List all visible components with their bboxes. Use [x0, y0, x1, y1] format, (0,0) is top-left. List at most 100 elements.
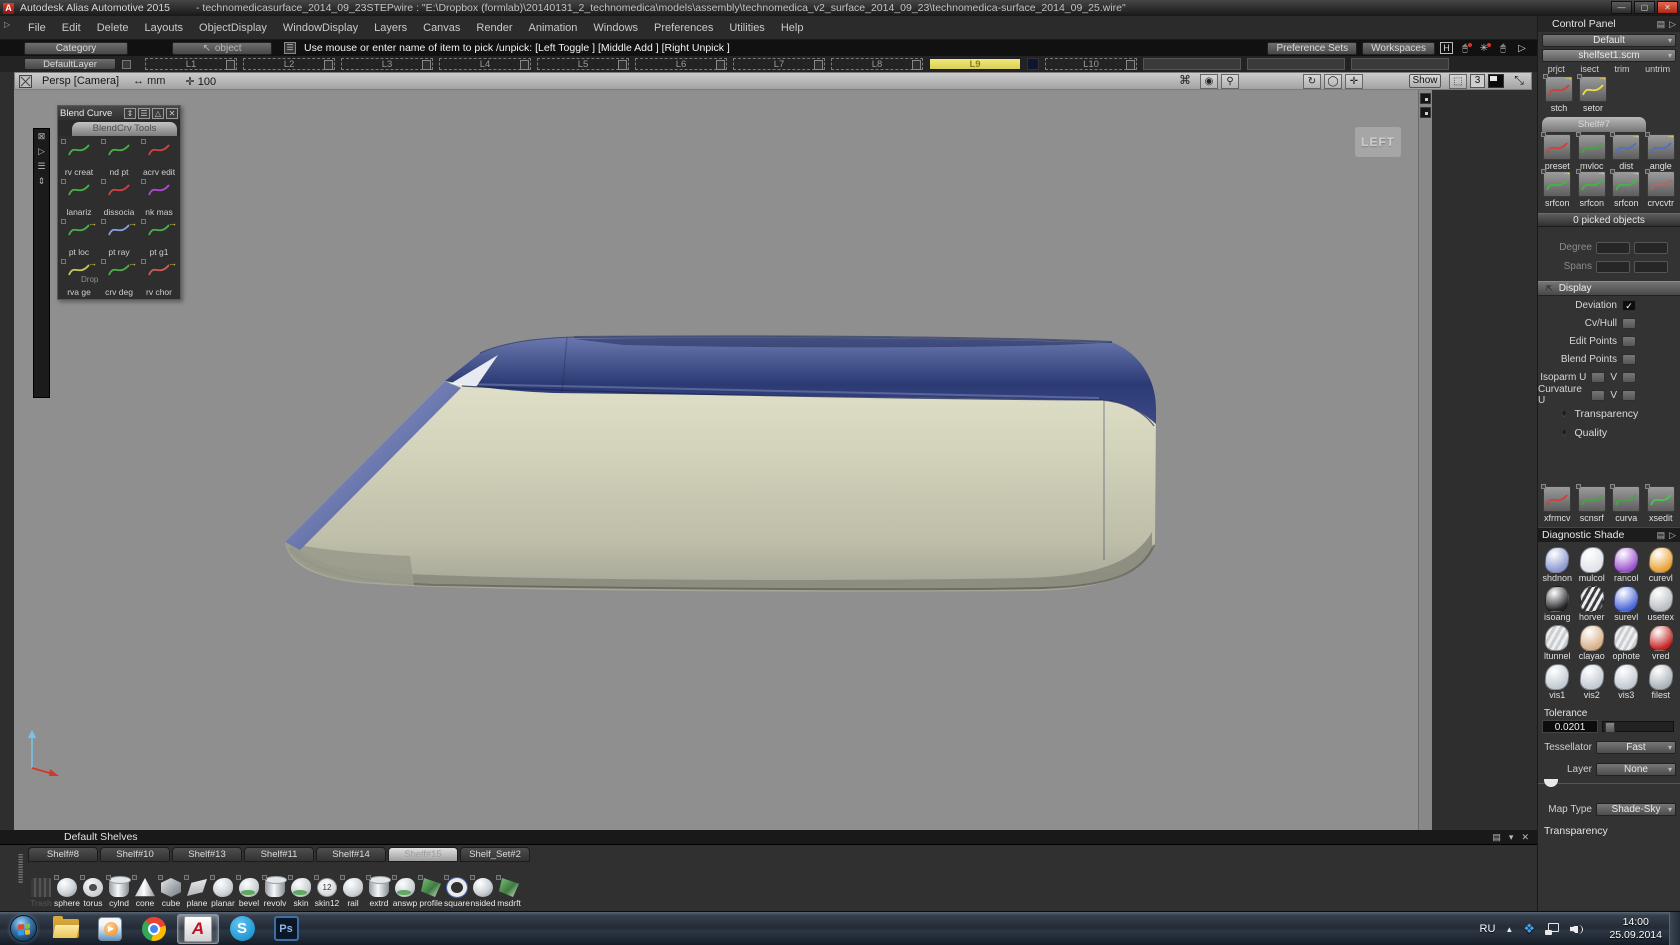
volume-icon[interactable] — [1570, 923, 1584, 936]
blend-tool-rva-ge[interactable]: →Droprva ge — [59, 257, 99, 297]
shelf-tool-revolv[interactable]: revolv — [262, 878, 288, 908]
menu-animation[interactable]: Animation — [521, 16, 586, 39]
tolerance-slider-handle[interactable] — [1605, 722, 1615, 733]
shelves-title-bar[interactable]: Default Shelves ▤ ▾ ✕ — [0, 830, 1537, 845]
show-menu-button[interactable]: Show — [1409, 74, 1441, 88]
diag-tool-usetex[interactable]: usetex — [1644, 583, 1679, 622]
tessellator-dropdown[interactable]: Fast — [1596, 741, 1676, 754]
tool-dist[interactable]: →dist — [1609, 134, 1644, 171]
layer-tab-active-l9[interactable]: L9 — [929, 58, 1021, 70]
display-section-header[interactable]: ⇱ Display — [1538, 281, 1680, 296]
shelf-tool-bevel[interactable]: bevel — [236, 878, 262, 908]
diag-tool-vis1[interactable]: vis1 — [1540, 661, 1575, 700]
shelf-tab-shelf-14[interactable]: Shelf#14 — [316, 847, 386, 862]
window-layout-icon[interactable] — [1488, 74, 1504, 88]
taskbar-explorer[interactable] — [45, 914, 87, 944]
pan-tool-icon[interactable]: ✛ — [1345, 74, 1363, 89]
viewport-close-icon[interactable] — [19, 75, 32, 88]
taskbar-skype[interactable]: S — [221, 914, 263, 944]
blend-tool-lanariz[interactable]: lanariz — [59, 177, 99, 217]
v-checkbox[interactable] — [1622, 372, 1636, 383]
tool-srfcon[interactable]: →srfcon — [1575, 171, 1610, 208]
blend-tool-rv-chor[interactable]: →rv chor — [139, 257, 179, 297]
diag-tool-isoang[interactable]: isoang — [1540, 583, 1575, 622]
close-button[interactable]: ✕ — [1657, 1, 1678, 14]
window-resize-icon[interactable]: ⤡ — [1510, 74, 1528, 89]
tool-stch[interactable]: →stch — [1542, 76, 1576, 113]
blend-curve-palette[interactable]: Blend Curve ⇕ ☰ △ ✕ BlendCrv Tools rv cr… — [57, 105, 181, 300]
layer-checkbox[interactable] — [122, 60, 131, 69]
zoom-tool-icon[interactable]: ⚲ — [1221, 74, 1239, 89]
tool-srfcon[interactable]: →srfcon — [1540, 171, 1575, 208]
shelf-drag-handle[interactable]: ≡≡≡≡≡≡ — [18, 854, 26, 894]
start-button[interactable] — [10, 915, 37, 942]
map-type-dropdown[interactable]: Shade-Sky — [1596, 803, 1676, 816]
shelf-label-trim[interactable]: trim — [1615, 64, 1630, 74]
menu-layers[interactable]: Layers — [366, 16, 415, 39]
blend-tool-rv-creat[interactable]: rv creat — [59, 137, 99, 177]
menu-delete[interactable]: Delete — [89, 16, 137, 39]
shelf-label-isect[interactable]: isect — [1580, 64, 1599, 74]
camera-movie-icon[interactable]: ⌘ — [1176, 74, 1194, 89]
blend-tool-nk-mas[interactable]: nk mas — [139, 177, 179, 217]
shelf-tool-planar[interactable]: planar — [210, 878, 236, 908]
degree-v-field[interactable] — [1634, 242, 1668, 254]
blend-tool-crv-deg[interactable]: →crv deg — [99, 257, 139, 297]
window-number[interactable]: 3 — [1470, 74, 1485, 88]
curvature-u-checkbox[interactable] — [1591, 390, 1605, 401]
deviation-checkbox[interactable]: ✓ — [1622, 300, 1636, 311]
taskbar-photoshop[interactable]: Ps — [265, 914, 307, 944]
network-icon[interactable] — [1545, 923, 1560, 935]
palette-resize-icon[interactable]: ⇕ — [124, 108, 136, 119]
preset-dropdown[interactable]: Default — [1542, 34, 1676, 47]
layer-tab-l8[interactable]: L8 — [831, 58, 923, 70]
diag-tool-vred[interactable]: vred — [1644, 622, 1679, 661]
orbit-tool-icon[interactable]: ↻ — [1303, 74, 1321, 89]
shelves-close-icon[interactable]: ✕ — [1521, 832, 1529, 843]
layer-tab-l4[interactable]: L4 — [439, 58, 531, 70]
look-at-icon[interactable]: ◯ — [1324, 74, 1342, 89]
diag-tool-vis3[interactable]: vis3 — [1609, 661, 1644, 700]
palette-collapse-icon[interactable]: △ — [152, 108, 164, 119]
window-menu-icon[interactable]: ▷ — [4, 20, 10, 29]
window-widget-icon[interactable] — [1420, 93, 1431, 104]
blendcrv-tools-tab[interactable]: BlendCrv Tools — [72, 122, 177, 136]
mouse-icon[interactable]: 🖰 — [1496, 43, 1510, 54]
tool-srfcon[interactable]: →srfcon — [1609, 171, 1644, 208]
menu-windowdisplay[interactable]: WindowDisplay — [275, 16, 366, 39]
tool-mvloc[interactable]: mvloc — [1575, 134, 1610, 171]
expander-transparency[interactable]: ⬧Transparency — [1538, 404, 1680, 423]
control-panel-header[interactable]: Control Panel ▤ ▷ — [1538, 16, 1680, 32]
tolerance-value-field[interactable]: 0.0201 — [1542, 720, 1598, 733]
viewport-scroll-strip[interactable] — [1418, 90, 1432, 830]
menu-windows[interactable]: Windows — [585, 16, 646, 39]
shelf-tab-shelf-8[interactable]: Shelf#8 — [28, 847, 98, 862]
layer-tab-l2[interactable]: L2 — [243, 58, 335, 70]
preference-sets-button[interactable]: Preference Sets — [1267, 42, 1357, 55]
diag-tool-vis2[interactable]: vis2 — [1575, 661, 1610, 700]
camera-lock-icon[interactable]: ◉ — [1200, 74, 1218, 89]
shelf-tool-skin[interactable]: skin — [288, 878, 314, 908]
diag-expand-icon[interactable]: ▷ — [1669, 530, 1676, 541]
layer-tab-l5[interactable]: L5 — [537, 58, 629, 70]
layer-tab-l7[interactable]: L7 — [733, 58, 825, 70]
shelf-tool-nsided[interactable]: nsided — [470, 878, 496, 908]
shelves-collapse-icon[interactable]: ▾ — [1509, 832, 1514, 843]
blend-tool-dissocia[interactable]: dissocia — [99, 177, 139, 217]
menu-file[interactable]: File — [20, 16, 54, 39]
shelf-tool-sphere[interactable]: sphere — [54, 878, 80, 908]
shelfset-dropdown[interactable]: shelfset1.scm — [1542, 49, 1676, 62]
viewport-header[interactable]: Persp [Camera] ↔ mm ✛ 100 ⌘ ◉ ⚲ ↻ ◯ ✛ Sh… — [14, 72, 1532, 90]
menu-utilities[interactable]: Utilities — [721, 16, 772, 39]
diag-tool-surevl[interactable]: surevl — [1609, 583, 1644, 622]
default-layer-button[interactable]: DefaultLayer — [24, 58, 116, 70]
diag-tool-shdnon[interactable]: shdnon — [1540, 544, 1575, 583]
cv-hull-checkbox[interactable] — [1622, 318, 1636, 329]
palette-title-bar[interactable]: Blend Curve ⇕ ☰ △ ✕ — [58, 106, 180, 120]
shelf-tab-shelf-13[interactable]: Shelf#13 — [172, 847, 242, 862]
mouse-warning-icon[interactable]: 🖰 — [1458, 43, 1472, 54]
shelves-list-icon[interactable]: ▤ — [1492, 832, 1501, 843]
menu-layouts[interactable]: Layouts — [137, 16, 192, 39]
tool-xfrmcv[interactable]: xfrmcv — [1540, 486, 1575, 523]
layer-dropdown[interactable]: None — [1596, 763, 1676, 776]
